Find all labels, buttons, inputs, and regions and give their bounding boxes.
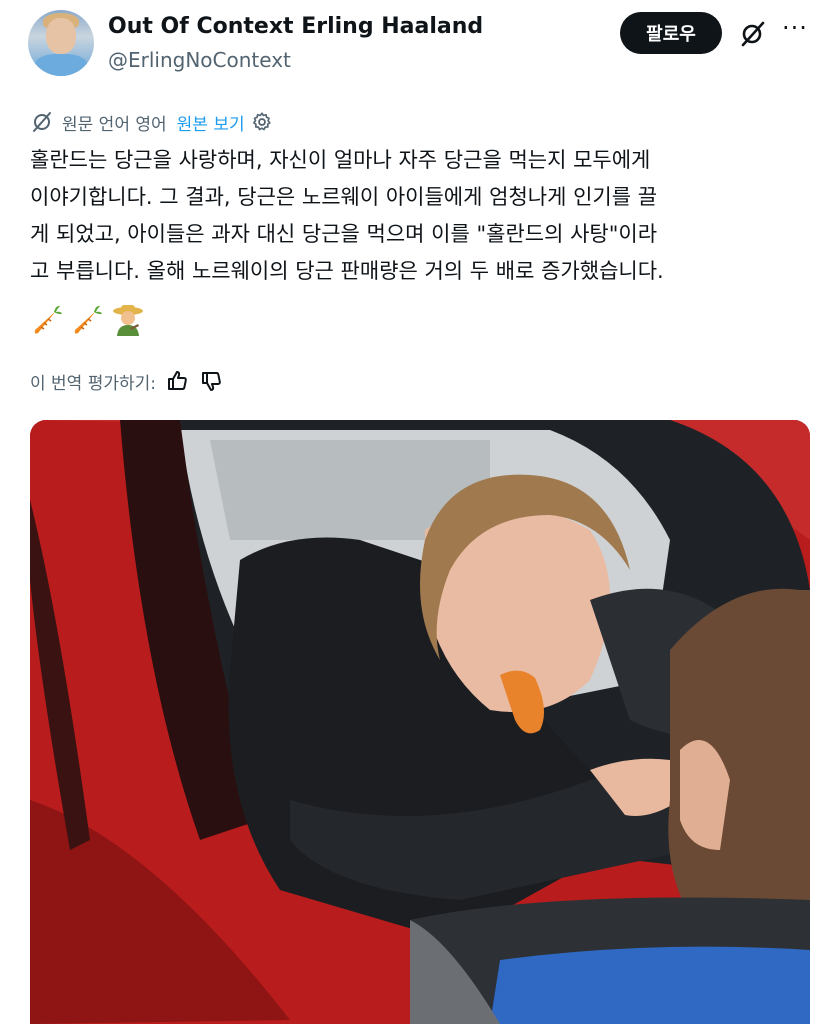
show-original-link[interactable]: 원본 보기 xyxy=(177,110,245,135)
thumbs-down-icon[interactable] xyxy=(200,369,224,393)
grok-icon[interactable] xyxy=(738,20,766,48)
translate-icon xyxy=(33,112,51,132)
avatar[interactable] xyxy=(28,10,94,76)
follow-button[interactable]: 팔로우 xyxy=(620,12,722,54)
carrot-icon xyxy=(74,305,102,334)
tweet-header: Out Of Context Erling Haaland @ErlingNoC… xyxy=(28,10,818,80)
tweet-text: 홀란드는 당근을 사랑하며, 자신이 얼마나 자주 당근을 먹는지 모두에게 이… xyxy=(30,148,664,283)
rate-translation-bar: 이 번역 평가하기: xyxy=(30,366,224,396)
author-display-name[interactable]: Out Of Context Erling Haaland xyxy=(108,14,483,39)
source-language-label: 원문 언어 영어 xyxy=(62,114,167,135)
photo-illustration xyxy=(30,420,810,1024)
author-handle[interactable]: @ErlingNoContext xyxy=(108,48,291,72)
thumbs-up-icon[interactable] xyxy=(166,369,190,393)
translation-bar: 원문 언어 영어 원본 보기 xyxy=(30,108,273,136)
farmer-icon xyxy=(113,305,143,336)
rate-translation-label: 이 번역 평가하기: xyxy=(30,373,157,394)
tweet-media-photo[interactable] xyxy=(30,420,810,1024)
emoji-row xyxy=(30,300,146,340)
more-options-button[interactable]: ··· xyxy=(782,14,808,42)
gear-icon[interactable] xyxy=(251,111,273,133)
carrot-icon xyxy=(34,305,62,334)
